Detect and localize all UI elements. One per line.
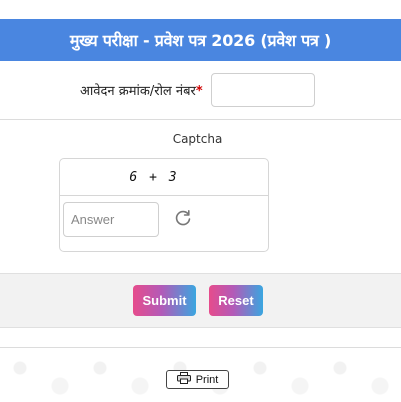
submit-button[interactable]: Submit: [133, 285, 196, 316]
captcha-title: Captcha: [172, 132, 223, 146]
print-label: Print: [195, 373, 219, 386]
roll-number-input[interactable]: [211, 73, 315, 107]
roll-number-row: आवेदन क्रमांक/रोल नंबर*: [0, 61, 401, 120]
reset-button[interactable]: Reset: [209, 285, 263, 316]
action-bar: Submit Reset: [0, 273, 401, 328]
page-header: मुख्य परीक्षा - प्रवेश पत्र 2026 (प्रवेश…: [0, 19, 401, 61]
printer-icon: [176, 372, 191, 387]
roll-number-label-text: आवेदन क्रमांक/रोल नंबर: [80, 84, 196, 99]
captcha-question: 6 + 3: [60, 159, 268, 196]
captcha-answer-input[interactable]: [63, 202, 159, 237]
captcha-box: 6 + 3: [59, 158, 269, 252]
refresh-icon[interactable]: [173, 208, 193, 228]
footer: Print: [0, 347, 401, 402]
required-asterisk: *: [195, 84, 203, 99]
roll-number-label: आवेदन क्रमांक/रोल नंबर*: [80, 81, 203, 99]
page-title: मुख्य परीक्षा - प्रवेश पत्र 2026 (प्रवेश…: [69, 31, 332, 50]
print-button[interactable]: Print: [166, 370, 229, 389]
